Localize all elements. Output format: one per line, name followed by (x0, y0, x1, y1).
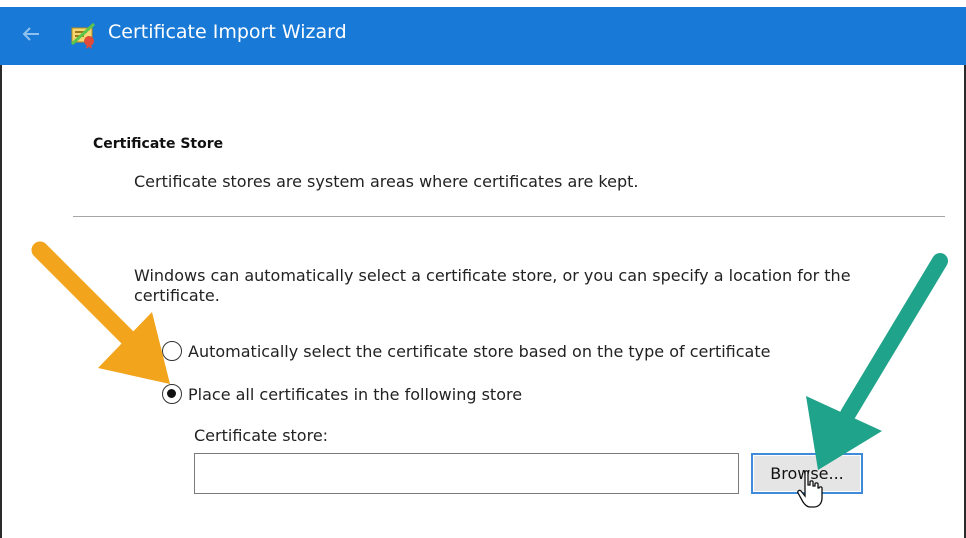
back-arrow-icon[interactable] (20, 23, 42, 45)
window-title: Certificate Import Wizard (108, 21, 347, 43)
certificate-store-field[interactable] (194, 453, 739, 494)
certificate-icon (70, 22, 96, 49)
radio-auto-label[interactable]: Automatically select the certificate sto… (188, 342, 770, 361)
screenshot: Certificate Import Wizard Certificate St… (0, 0, 966, 538)
intro-text: Windows can automatically select a certi… (134, 266, 851, 305)
section-description: Certificate stores are system areas wher… (134, 172, 639, 191)
radio-place-all[interactable]: Place all certificates in the following … (162, 384, 522, 404)
radio-auto-select[interactable]: Automatically select the certificate sto… (162, 341, 770, 361)
mouse-pointer-icon (797, 470, 823, 508)
radio-button-place-all[interactable] (162, 384, 182, 404)
title-bar: Certificate Import Wizard (0, 7, 966, 65)
separator (73, 216, 945, 217)
section-heading: Certificate Store (93, 136, 224, 152)
radio-place-all-label[interactable]: Place all certificates in the following … (188, 385, 522, 404)
certificate-store-label: Certificate store: (194, 426, 329, 445)
cropped-caption-fragment (0, 0, 966, 7)
radio-button-auto[interactable] (162, 341, 182, 361)
wizard-page: Certificate Store Certificate stores are… (0, 65, 966, 538)
